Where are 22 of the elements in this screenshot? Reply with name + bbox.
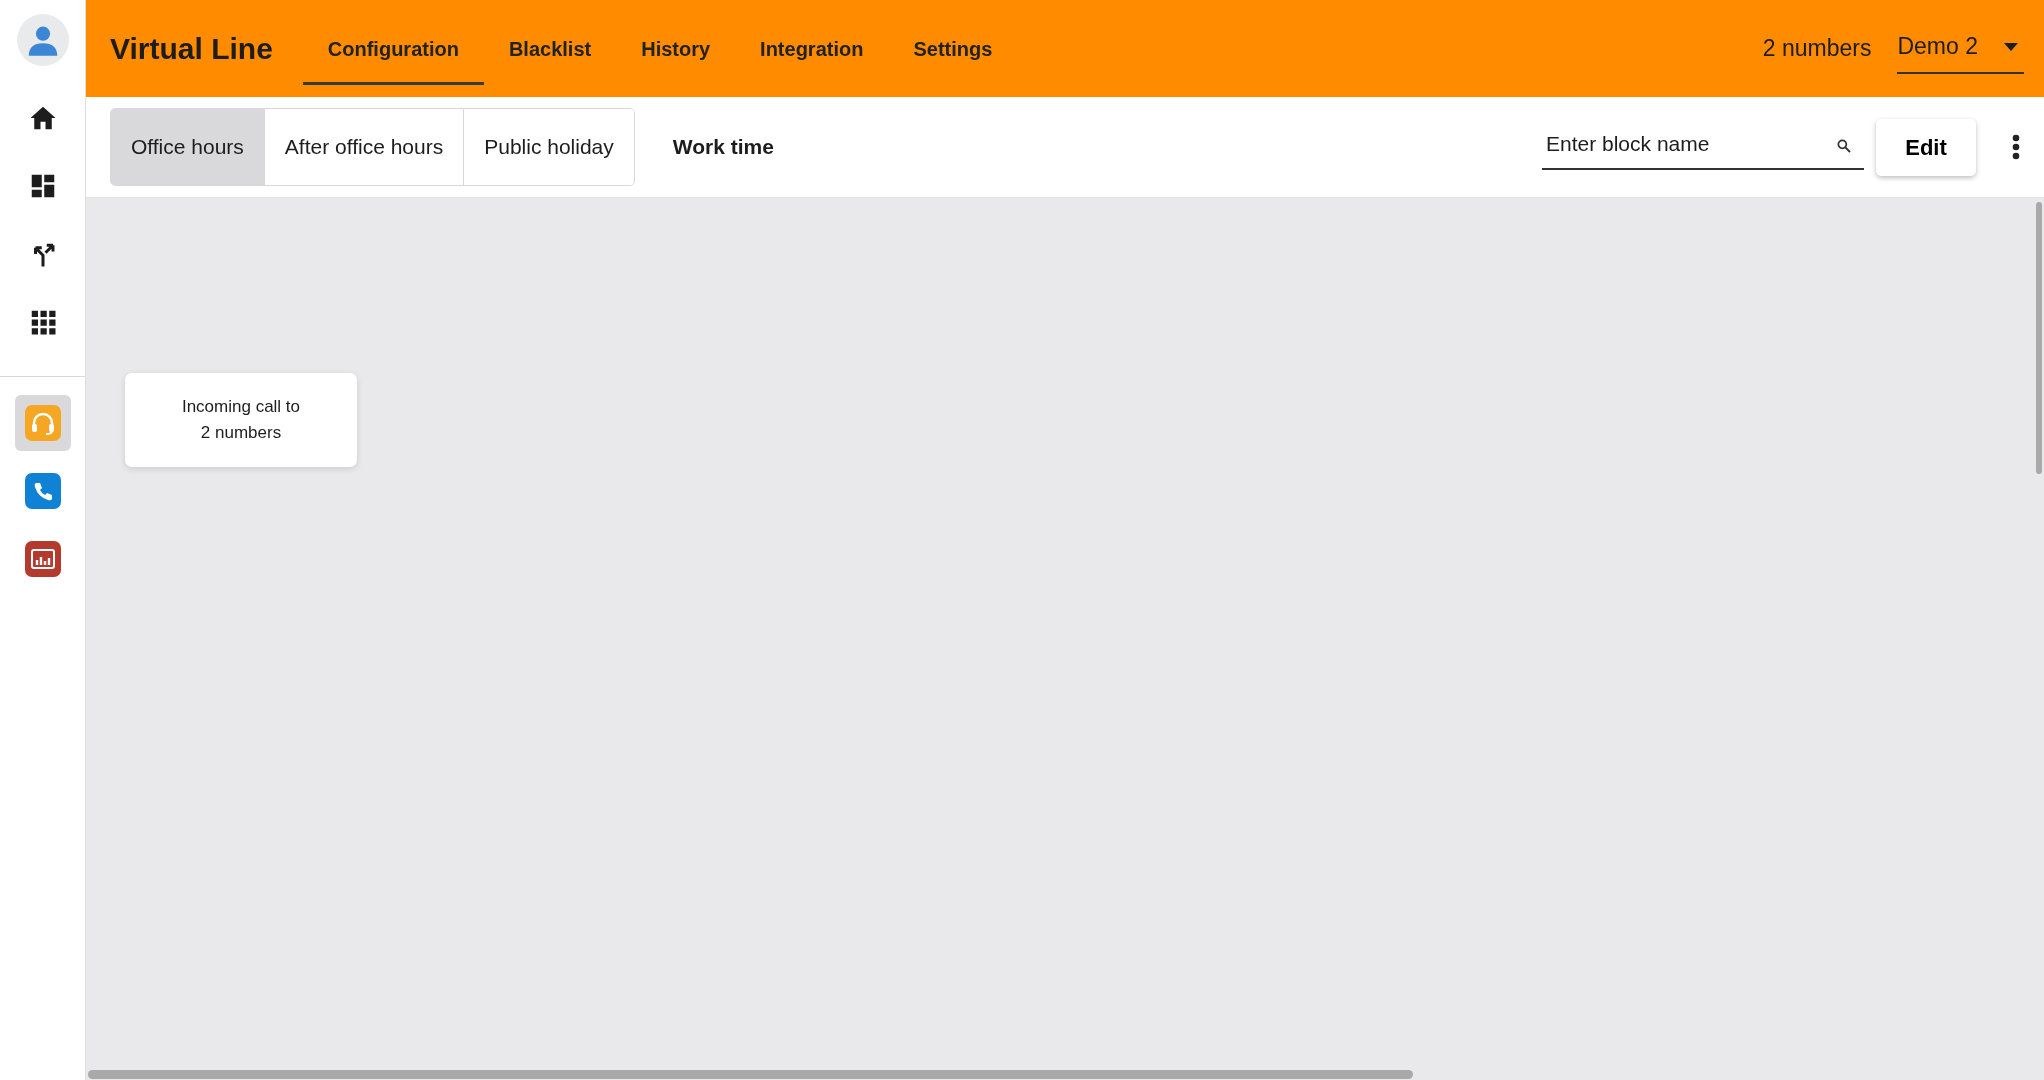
search-icon xyxy=(1836,138,1852,155)
edit-button[interactable]: Edit xyxy=(1876,118,1976,176)
chart-app-icon xyxy=(24,541,61,577)
caret-icon xyxy=(2004,42,2018,51)
headset-app-icon xyxy=(24,405,61,441)
mode-tab[interactable]: Office hours xyxy=(111,109,265,185)
nav-tab[interactable]: Blacklist xyxy=(483,12,617,85)
search-field[interactable]: Enter block name xyxy=(1542,124,1864,170)
nav-tab[interactable]: Configuration xyxy=(302,12,484,85)
phone-app-icon xyxy=(24,473,61,509)
vertical-scrollbar[interactable] xyxy=(2036,202,2042,474)
schedule-label: Work time xyxy=(672,134,774,161)
app-title: Virtual Line xyxy=(110,31,273,67)
horizontal-scrollbar[interactable] xyxy=(88,1070,1413,1079)
flow-block[interactable]: Incoming call to 2 numbers xyxy=(125,373,357,467)
nav-tab[interactable]: Settings xyxy=(888,12,1018,85)
block-label: Incoming call to 2 numbers xyxy=(180,395,302,444)
number-count: 2 numbers xyxy=(1762,34,1872,64)
nav-tab[interactable]: Integration xyxy=(735,12,889,85)
nav-tab[interactable]: History xyxy=(616,12,736,85)
account-dropdown[interactable]: Demo 2 xyxy=(1897,23,2024,74)
more-options-icon[interactable] xyxy=(2012,134,2020,160)
